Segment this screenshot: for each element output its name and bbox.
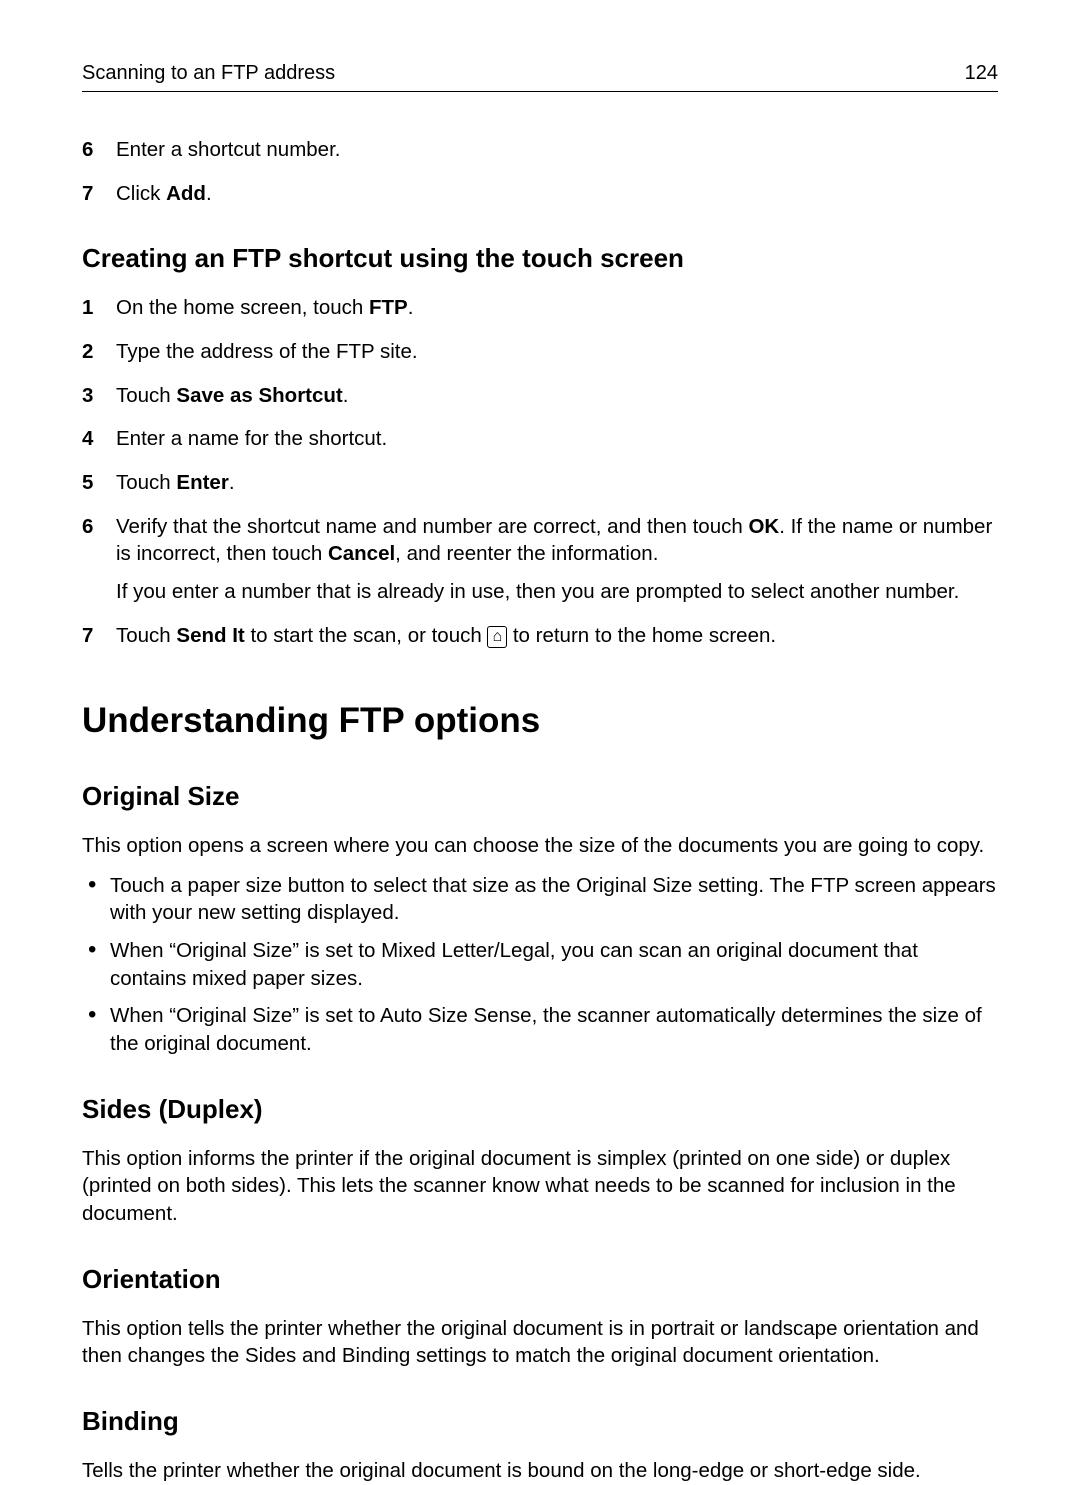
page: Scanning to an FTP address 124 Enter a s…	[0, 0, 1080, 1397]
step-3: Touch Save as Shortcut.	[82, 382, 998, 410]
step-7: Click Add.	[82, 180, 998, 208]
ftp-shortcut-steps: On the home screen, touch FTP. Type the …	[82, 294, 998, 649]
home-icon: ⌂	[487, 626, 507, 648]
heading-understanding-ftp: Understanding FTP options	[82, 697, 998, 744]
page-number: 124	[965, 60, 998, 87]
heading-ftp-shortcut: Creating an FTP shortcut using the touch…	[82, 241, 998, 276]
step-4: Enter a name for the shortcut.	[82, 425, 998, 453]
step-6: Verify that the shortcut name and number…	[82, 513, 998, 606]
bullet-item: When “Original Size” is set to Auto Size…	[82, 1002, 998, 1057]
step-text-pre: Click	[116, 182, 166, 205]
step-text-post: .	[206, 182, 212, 205]
heading-binding: Binding	[82, 1404, 998, 1439]
continuation-steps-list: Enter a shortcut number. Click Add.	[82, 136, 998, 207]
step-7: Touch Send It to start the scan, or touc…	[82, 622, 998, 650]
step-5: Touch Enter.	[82, 469, 998, 497]
heading-sides-duplex: Sides (Duplex)	[82, 1092, 998, 1127]
binding-body: Tells the printer whether the original d…	[82, 1457, 998, 1485]
step-6-note: If you enter a number that is already in…	[116, 578, 998, 606]
heading-original-size: Original Size	[82, 779, 998, 814]
sides-body: This option informs the printer if the o…	[82, 1145, 998, 1228]
header-title: Scanning to an FTP address	[82, 60, 335, 87]
step-1: On the home screen, touch FTP.	[82, 294, 998, 322]
heading-orientation: Orientation	[82, 1262, 998, 1297]
step-6: Enter a shortcut number.	[82, 136, 998, 164]
bullet-item: When “Original Size” is set to Mixed Let…	[82, 937, 998, 992]
step-2: Type the address of the FTP site.	[82, 338, 998, 366]
step-text: Enter a shortcut number.	[116, 138, 340, 161]
bullet-item: Touch a paper size button to select that…	[82, 872, 998, 927]
original-size-intro: This option opens a screen where you can…	[82, 832, 998, 860]
orientation-body: This option tells the printer whether th…	[82, 1315, 998, 1370]
original-size-bullets: Touch a paper size button to select that…	[82, 872, 998, 1058]
page-header: Scanning to an FTP address 124	[82, 60, 998, 92]
step-text-bold: Add	[166, 182, 206, 205]
